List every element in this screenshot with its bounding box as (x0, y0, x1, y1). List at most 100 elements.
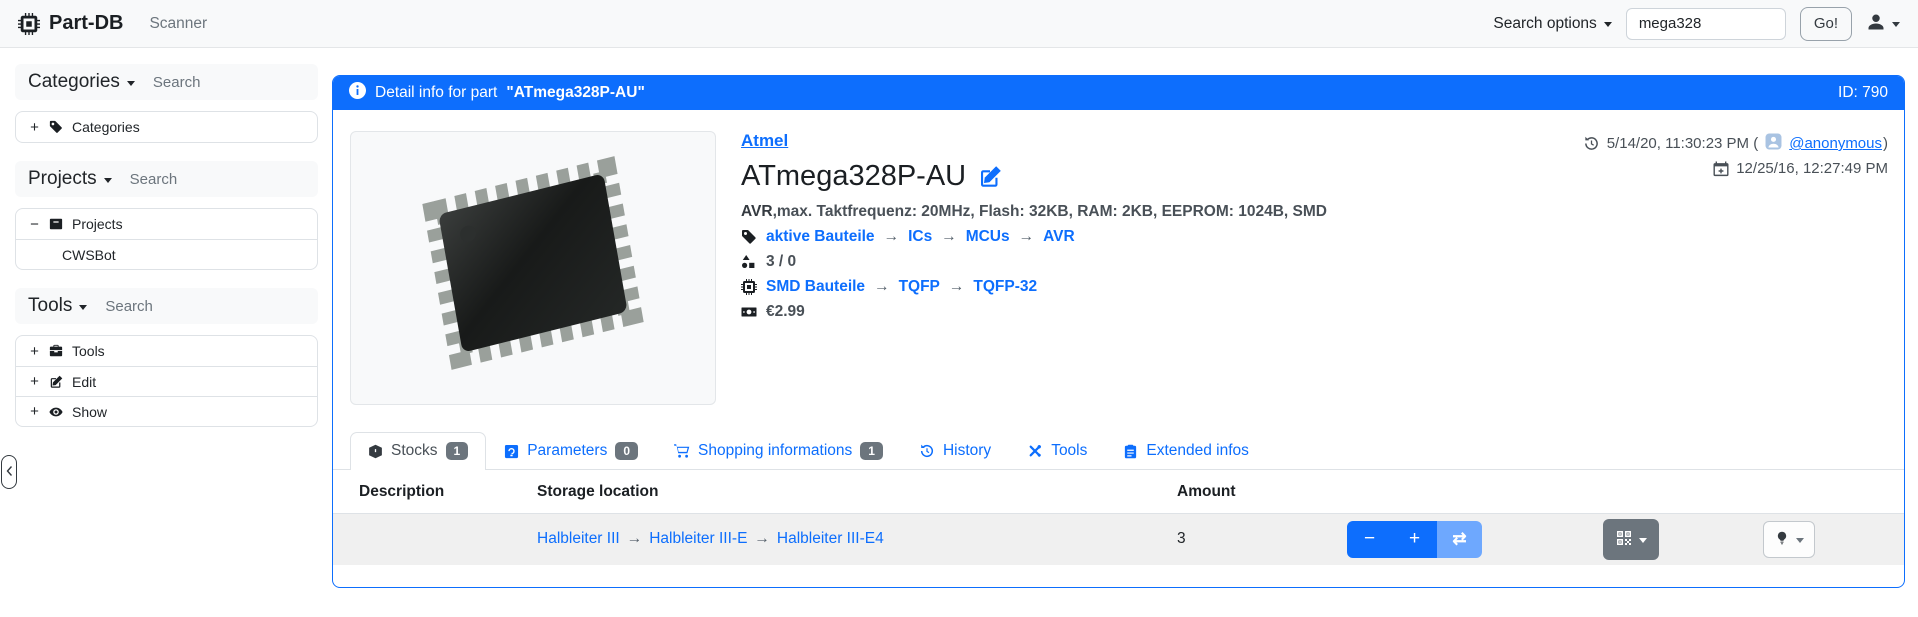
category-link[interactable]: MCUs (966, 228, 1010, 246)
tab-label: Stocks (391, 442, 438, 460)
calendar-plus-icon (1713, 161, 1729, 177)
tab-history[interactable]: History (901, 432, 1009, 469)
user-menu-dropdown[interactable] (1866, 12, 1900, 35)
edit-part-button[interactable] (978, 165, 1002, 189)
tree-item-show[interactable]: + Show (16, 396, 317, 426)
tree-item-label: Tools (72, 343, 105, 359)
expand-toggle[interactable]: + (29, 343, 40, 360)
expand-toggle[interactable]: + (29, 403, 40, 420)
storage-location-link[interactable]: Halbleiter III (537, 530, 620, 548)
modified-user-link[interactable]: @anonymous (1789, 135, 1882, 152)
tag-icon (741, 229, 757, 245)
tree-item-cwsbot[interactable]: CWSBot (16, 239, 317, 269)
tab-badge: 1 (446, 442, 469, 460)
stock-description (333, 514, 527, 565)
shapes-icon (741, 254, 757, 270)
collapse-toggle-minus[interactable]: − (29, 216, 40, 233)
expand-toggle[interactable]: + (29, 373, 40, 390)
banknote-icon (741, 304, 757, 320)
qr-code-icon (1616, 530, 1632, 549)
tab-shopping-informations[interactable]: Shopping informations 1 (656, 432, 901, 469)
tree-item-label: Show (72, 404, 107, 420)
tab-label: Shopping informations (698, 442, 852, 460)
tab-badge: 1 (860, 442, 883, 460)
category-link[interactable]: aktive Bauteile (766, 228, 875, 246)
footprint-link[interactable]: SMD Bauteile (766, 278, 865, 296)
chevron-down-icon (1892, 22, 1900, 27)
history-icon (1583, 135, 1600, 152)
led-locate-dropdown-button[interactable] (1763, 521, 1815, 558)
cart-icon (674, 443, 690, 459)
column-storage-location: Storage location (527, 470, 1167, 514)
tree-item-categories[interactable]: + Categories (16, 112, 317, 142)
sidebar-collapse-button[interactable] (1, 455, 17, 489)
global-search-input[interactable] (1626, 8, 1786, 40)
stock-row: Halbleiter III Halbleiter III-E Halbleit… (333, 514, 1904, 565)
part-info: Atmel ATmega328P-AU AVR,max. Taktfrequen… (741, 131, 1488, 405)
projects-search-input[interactable] (130, 171, 240, 188)
tab-tools[interactable]: Tools (1009, 432, 1105, 469)
tools-title: Tools (28, 295, 72, 317)
tools-icon (1027, 443, 1043, 459)
tree-item-tools[interactable]: + Tools (16, 336, 317, 366)
tools-mode-dropdown[interactable]: Tools (28, 295, 87, 317)
add-stock-button[interactable]: + (1392, 521, 1437, 558)
chevron-left-icon (5, 465, 14, 480)
footprint-link[interactable]: TQFP-32 (973, 278, 1037, 296)
categories-search-input[interactable] (153, 74, 263, 91)
sidebar: Categories + Categories Projects (15, 64, 318, 445)
footprint-link[interactable]: TQFP (899, 278, 940, 296)
tab-label: History (943, 442, 991, 460)
column-amount: Amount (1167, 470, 1337, 514)
tab-label: Parameters (527, 442, 607, 460)
app-brand[interactable]: Part-DB (18, 12, 123, 35)
tab-parameters[interactable]: Parameters 0 (486, 432, 656, 469)
search-options-label: Search options (1493, 15, 1596, 33)
part-tabs: Stocks 1 Parameters 0 Shopping informati… (333, 432, 1904, 470)
category-link[interactable]: AVR (1043, 228, 1075, 246)
expand-toggle[interactable]: + (29, 119, 40, 136)
sidebar-panel-tools: Tools + Tools + Edit + (15, 288, 318, 427)
storage-location-link[interactable]: Halbleiter III-E (649, 530, 747, 548)
projects-mode-dropdown[interactable]: Projects (28, 168, 112, 190)
part-description: AVR,max. Taktfrequenz: 20MHz, Flash: 32K… (741, 203, 1488, 221)
top-navbar: Part-DB Scanner Search options Go! (0, 0, 1918, 48)
cpu-icon (741, 279, 757, 295)
avatar-icon (1765, 133, 1782, 154)
categories-tree: + Categories (15, 111, 318, 143)
tab-label: Extended infos (1146, 442, 1249, 460)
manufacturer-link[interactable]: Atmel (741, 131, 788, 150)
chevron-down-icon (127, 81, 135, 86)
price-value: €2.99 (766, 303, 805, 321)
arrow-right-icon (620, 530, 650, 548)
sidebar-panel-projects: Projects − Projects CWSBot (15, 161, 318, 270)
search-options-dropdown[interactable]: Search options (1493, 15, 1611, 33)
arrow-right-icon (747, 530, 777, 548)
tab-extended-infos[interactable]: Extended infos (1105, 432, 1267, 469)
projects-tree: − Projects CWSBot (15, 208, 318, 270)
eye-icon (49, 405, 63, 419)
header-part-name: "ATmega328P-AU" (506, 84, 644, 102)
storage-location-link[interactable]: Halbleiter III-E4 (777, 530, 884, 548)
move-stock-button[interactable] (1437, 521, 1482, 558)
categories-mode-dropdown[interactable]: Categories (28, 71, 135, 93)
sidebar-panel-categories: Categories + Categories (15, 64, 318, 143)
categories-title: Categories (28, 71, 120, 93)
nav-scanner-link[interactable]: Scanner (149, 15, 207, 33)
tree-item-projects[interactable]: − Projects (16, 209, 317, 239)
search-go-button[interactable]: Go! (1800, 7, 1852, 41)
category-breadcrumb: aktive Bauteile ICs MCUs AVR (766, 228, 1075, 246)
toolbox-icon (49, 344, 63, 358)
column-description: Description (333, 470, 527, 514)
footprint-breadcrumb: SMD Bauteile TQFP TQFP-32 (766, 278, 1037, 296)
withdraw-stock-button[interactable]: − (1347, 521, 1392, 558)
tree-item-edit[interactable]: + Edit (16, 366, 317, 396)
tab-stocks[interactable]: Stocks 1 (350, 432, 486, 470)
part-image[interactable] (350, 131, 716, 405)
price-line: €2.99 (741, 303, 1488, 321)
part-id: ID: 790 (1838, 84, 1888, 102)
user-icon (1866, 12, 1886, 35)
category-link[interactable]: ICs (908, 228, 932, 246)
label-qr-dropdown-button[interactable] (1603, 519, 1659, 560)
tools-search-input[interactable] (105, 298, 215, 315)
